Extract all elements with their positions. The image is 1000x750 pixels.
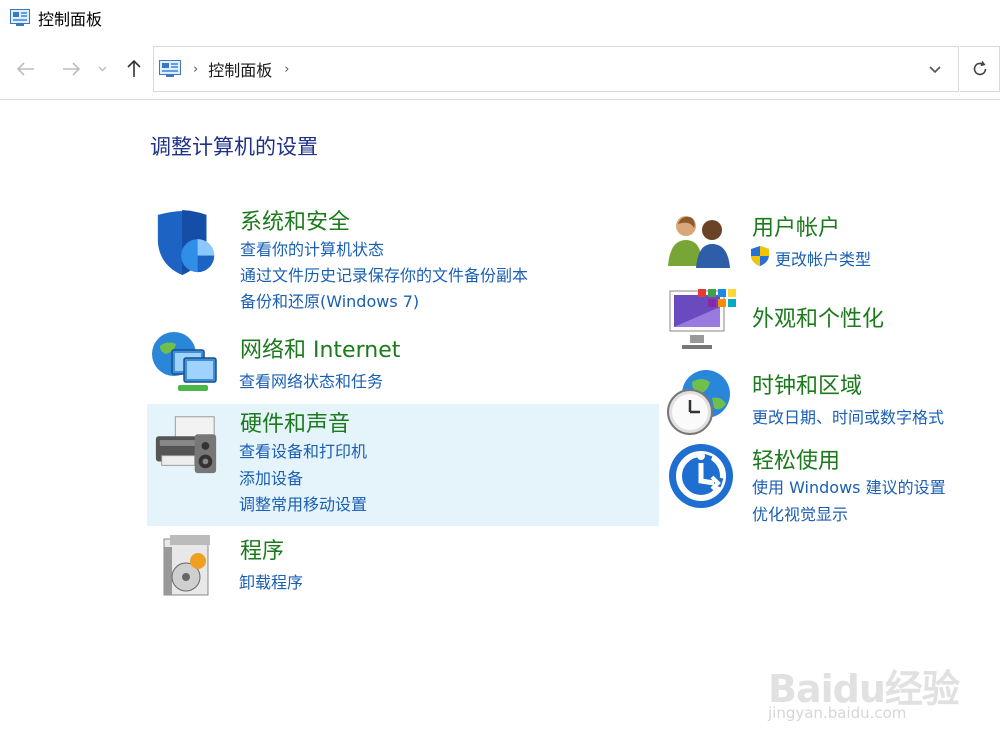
watermark-url: jingyan.baidu.com [768, 704, 907, 722]
address-dropdown-button[interactable] [924, 59, 946, 81]
programs-icon [163, 535, 210, 596]
category-heading[interactable]: 程序 [240, 533, 284, 565]
category-system-security: 系统和安全 查看你的计算机状态 通过文件历史记录保存你的文件备份副本 备份和还原… [152, 208, 632, 318]
category-heading[interactable]: 硬件和声音 [240, 406, 350, 438]
category-heading[interactable]: 网络和 Internet [240, 332, 400, 364]
link-change-account-type[interactable]: 更改帐户类型 [775, 246, 871, 270]
arrow-up-icon [127, 60, 141, 77]
link-view-network-status[interactable]: 查看网络状态和任务 [239, 368, 383, 392]
arrow-left-icon [17, 62, 34, 76]
uac-shield-icon [751, 246, 769, 266]
breadcrumb-control-panel[interactable]: 控制面板 [208, 57, 272, 81]
address-bar[interactable]: › 控制面板 › [153, 46, 959, 92]
link-uninstall-program[interactable]: 卸载程序 [239, 569, 303, 593]
link-recommended-settings[interactable]: 使用 Windows 建议的设置 [752, 474, 946, 498]
toolbar-divider [0, 99, 1000, 100]
link-backup-restore[interactable]: 备份和还原(Windows 7) [240, 288, 419, 312]
users-icon [668, 216, 730, 268]
category-heading[interactable]: 轻松使用 [752, 443, 840, 475]
arrow-right-icon [63, 62, 80, 76]
link-file-history-backup[interactable]: 通过文件历史记录保存你的文件备份副本 [240, 262, 528, 286]
category-hardware-sound: 硬件和声音 查看设备和打印机 添加设备 调整常用移动设置 [152, 408, 632, 518]
baidu-watermark: Baidu经验 jingyan.baidu.com [768, 640, 968, 730]
forward-button[interactable] [57, 55, 85, 83]
printer-speaker-icon [155, 416, 217, 474]
category-heading[interactable]: 外观和个性化 [752, 301, 884, 333]
category-user-accounts: 用户帐户 更改帐户类型 [668, 212, 988, 282]
chevron-down-icon [98, 66, 106, 72]
category-heading[interactable]: 时钟和区域 [752, 368, 862, 400]
category-heading[interactable]: 用户帐户 [752, 210, 840, 242]
chevron-down-icon [929, 66, 941, 74]
up-button[interactable] [120, 55, 148, 83]
control-panel-icon [159, 60, 181, 77]
back-button[interactable] [12, 55, 40, 83]
link-view-computer-status[interactable]: 查看你的计算机状态 [240, 236, 384, 260]
breadcrumb-separator-icon[interactable]: › [284, 62, 289, 77]
link-add-device[interactable]: 添加设备 [239, 465, 303, 489]
breadcrumb-separator-icon[interactable]: › [193, 62, 198, 77]
page-title: 调整计算机的设置 [150, 135, 318, 159]
refresh-button[interactable] [960, 46, 1000, 92]
ease-of-access-icon [669, 444, 733, 508]
network-icon [152, 332, 217, 391]
category-appearance: 外观和个性化 [668, 287, 988, 357]
category-ease-of-access: 轻松使用 使用 Windows 建议的设置 优化视觉显示 [668, 443, 998, 533]
category-clock-region: 时钟和区域 更改日期、时间或数字格式 [664, 368, 994, 438]
clock-globe-icon [667, 370, 730, 435]
category-heading[interactable]: 系统和安全 [240, 204, 350, 236]
link-mobility-settings[interactable]: 调整常用移动设置 [239, 491, 367, 515]
link-devices-printers[interactable]: 查看设备和打印机 [239, 438, 367, 462]
recent-locations-button[interactable] [92, 55, 112, 83]
title-bar: 控制面板 [0, 0, 1000, 36]
shield-icon [157, 209, 215, 276]
category-network-internet: 网络和 Internet 查看网络状态和任务 [150, 330, 630, 400]
control-panel-icon [10, 9, 30, 26]
category-programs: 程序 卸载程序 [160, 535, 640, 605]
refresh-icon [973, 61, 986, 76]
link-optimize-visual-display[interactable]: 优化视觉显示 [752, 501, 848, 525]
appearance-icon [669, 289, 736, 349]
navigation-bar: › 控制面板 › [0, 46, 1000, 92]
link-change-date-time-format[interactable]: 更改日期、时间或数字格式 [752, 404, 944, 428]
window-title: 控制面板 [38, 10, 103, 29]
